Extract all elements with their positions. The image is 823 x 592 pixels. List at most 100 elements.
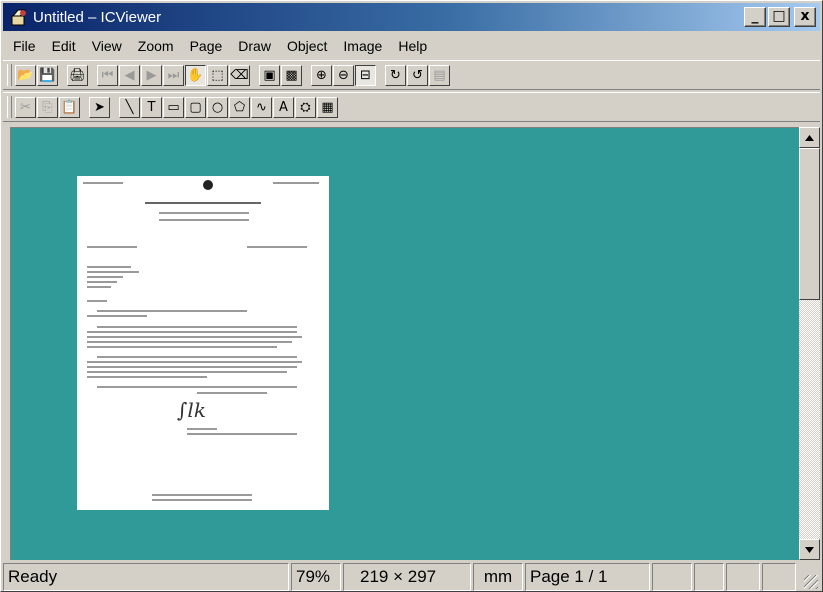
vertical-scrollbar[interactable] bbox=[799, 127, 820, 560]
line-tool-button[interactable]: ╲ bbox=[119, 96, 140, 118]
next-page-button[interactable]: ▶ bbox=[141, 64, 162, 86]
paste-button[interactable]: 📋 bbox=[59, 96, 80, 118]
polygon-tool-icon: ⬠ bbox=[233, 99, 246, 115]
prev-page-button[interactable]: ◀ bbox=[119, 64, 140, 86]
status-bar: Ready 79% 219 × 297 mm Page 1 / 1 bbox=[3, 563, 820, 591]
print-button[interactable]: 🖨 bbox=[67, 64, 88, 86]
document-text-line bbox=[97, 310, 247, 312]
document-text-line bbox=[187, 428, 217, 430]
fit-page-button[interactable]: ▣ bbox=[259, 64, 280, 86]
punch-hole bbox=[203, 180, 213, 190]
zoom-in-button[interactable]: ⊕ bbox=[311, 64, 332, 86]
document-text-line bbox=[87, 300, 107, 302]
pointer-button[interactable]: ➤ bbox=[89, 96, 110, 118]
freehand-tool-icon: ∿ bbox=[256, 99, 267, 115]
caption-buttons: _ □ x bbox=[744, 7, 816, 27]
menu-bar: File Edit View Zoom Page Draw Object Image Help bbox=[3, 34, 435, 58]
main-toolbar: 📂 💾 🖨 ⏮ ◀ ▶ ⏭ ✋ ⬚ ⌫ ▣ ▩ ⊕ ⊖ ⊟ ↻ ↺ ▤ bbox=[3, 60, 820, 90]
rotate-right-button[interactable]: ↻ bbox=[385, 64, 406, 86]
status-pane-empty bbox=[694, 563, 724, 591]
next-page-icon: ▶ bbox=[146, 67, 157, 83]
menu-object[interactable]: Object bbox=[279, 38, 335, 54]
app-icon bbox=[11, 9, 27, 26]
page-indicator: Page 1 / 1 bbox=[525, 563, 650, 591]
document-text-line bbox=[87, 361, 302, 363]
ellipse-tool-button[interactable]: ○ bbox=[207, 96, 228, 118]
hand-pan-button[interactable]: ✋ bbox=[185, 64, 206, 86]
fit-width-icon: ⊟ bbox=[360, 67, 371, 83]
save-button[interactable]: 💾 bbox=[37, 64, 58, 86]
minimize-button[interactable]: _ bbox=[744, 7, 766, 27]
zoom-level: 79% bbox=[291, 563, 341, 591]
menu-zoom[interactable]: Zoom bbox=[130, 38, 182, 54]
properties-icon: ▤ bbox=[433, 67, 446, 83]
menu-file[interactable]: File bbox=[3, 38, 44, 54]
resize-grip[interactable] bbox=[804, 575, 818, 589]
status-pane-empty bbox=[762, 563, 796, 591]
select-rect-icon: ⬚ bbox=[211, 67, 224, 83]
document-text-line bbox=[152, 499, 252, 501]
status-pane-empty bbox=[726, 563, 760, 591]
document-text-line bbox=[97, 356, 297, 358]
open-folder-button[interactable]: 📂 bbox=[15, 64, 36, 86]
copy-button[interactable]: ⎘ bbox=[37, 96, 58, 118]
main-window: Untitled – ICViewer _ □ x File Edit View Zo… bbox=[0, 0, 823, 592]
menu-help[interactable]: Help bbox=[390, 38, 435, 54]
document-text-line bbox=[247, 246, 307, 248]
properties-button[interactable]: ▤ bbox=[429, 64, 450, 86]
zoom-in-icon: ⊕ bbox=[316, 67, 327, 83]
cut-button[interactable]: ✂ bbox=[15, 96, 36, 118]
text-tool-button[interactable]: T bbox=[141, 96, 162, 118]
font-tool-button[interactable]: A bbox=[273, 96, 294, 118]
document-text-line bbox=[87, 331, 297, 333]
toolbar-grip[interactable] bbox=[7, 64, 12, 86]
document-text-line bbox=[87, 366, 297, 368]
signature-scribble: ∫lk bbox=[177, 398, 206, 422]
line-tool-icon: ╲ bbox=[125, 99, 134, 115]
document-text-line bbox=[83, 182, 123, 184]
document-workspace[interactable]: ∫lk bbox=[10, 127, 800, 560]
menu-draw[interactable]: Draw bbox=[230, 38, 279, 54]
prev-page-icon: ◀ bbox=[124, 67, 135, 83]
unit-label: mm bbox=[473, 563, 523, 591]
menu-edit[interactable]: Edit bbox=[44, 38, 84, 54]
scroll-down-button[interactable] bbox=[799, 539, 820, 560]
document-text-line bbox=[152, 494, 252, 496]
polygon-tool-button[interactable]: ⬠ bbox=[229, 96, 250, 118]
fit-image-button[interactable]: ▩ bbox=[281, 64, 302, 86]
stamp-tool-button[interactable]: ⛭ bbox=[295, 96, 316, 118]
rounded-rect-tool-button[interactable]: ▢ bbox=[185, 96, 206, 118]
document-text-line bbox=[159, 212, 249, 214]
select-rect-button[interactable]: ⬚ bbox=[207, 64, 228, 86]
rectangle-tool-button[interactable]: ▭ bbox=[163, 96, 184, 118]
draw-toolbar: ✂ ⎘ 📋 ➤ ╲ T ▭ ▢ ○ ⬠ ∿ A ⛭ ▦ bbox=[3, 92, 820, 122]
menu-page[interactable]: Page bbox=[182, 38, 231, 54]
title-bar[interactable]: Untitled – ICViewer _ □ x bbox=[3, 3, 820, 31]
freehand-tool-button[interactable]: ∿ bbox=[251, 96, 272, 118]
rotate-left-button[interactable]: ↺ bbox=[407, 64, 428, 86]
close-button[interactable]: x bbox=[794, 7, 816, 27]
status-pane-empty bbox=[652, 563, 692, 591]
pointer-icon: ➤ bbox=[94, 99, 105, 115]
menu-view[interactable]: View bbox=[84, 38, 130, 54]
eraser-button[interactable]: ⌫ bbox=[229, 64, 250, 86]
arrow-up-icon bbox=[805, 134, 814, 141]
stamp-tool-icon: ⛭ bbox=[300, 99, 311, 115]
fit-width-button[interactable]: ⊟ bbox=[355, 64, 376, 86]
menu-image[interactable]: Image bbox=[335, 38, 390, 54]
document-text-line bbox=[87, 371, 287, 373]
document-page-thumbnail[interactable]: ∫lk bbox=[77, 176, 329, 510]
font-tool-icon: A bbox=[279, 99, 288, 115]
scroll-thumb[interactable] bbox=[799, 148, 820, 300]
save-icon: 💾 bbox=[39, 67, 56, 83]
toolbar-grip[interactable] bbox=[7, 96, 12, 118]
document-text-line bbox=[87, 246, 137, 248]
zoom-out-button[interactable]: ⊖ bbox=[333, 64, 354, 86]
first-page-button[interactable]: ⏮ bbox=[97, 64, 118, 86]
document-text-line bbox=[87, 346, 277, 348]
fit-page-icon: ▣ bbox=[263, 67, 276, 83]
last-page-button[interactable]: ⏭ bbox=[163, 64, 184, 86]
image-tool-button[interactable]: ▦ bbox=[317, 96, 338, 118]
scroll-up-button[interactable] bbox=[799, 127, 820, 148]
maximize-button[interactable]: □ bbox=[768, 7, 790, 27]
